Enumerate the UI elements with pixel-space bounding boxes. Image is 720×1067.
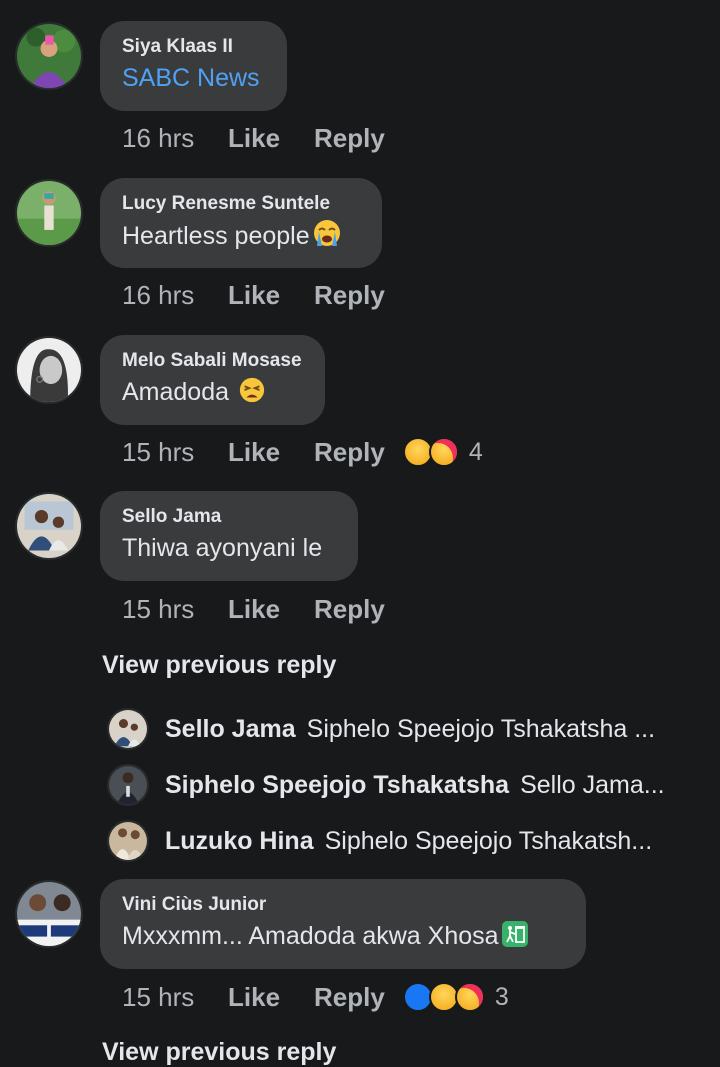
reply-author[interactable]: Siphelo Speejojo Tshakatsha — [165, 771, 509, 800]
reply-button[interactable]: Reply — [314, 594, 385, 625]
avatar[interactable] — [15, 22, 83, 90]
reply-button[interactable]: Reply — [314, 437, 385, 468]
comment-meta: 16 hrs Like Reply — [122, 120, 419, 156]
like-button[interactable]: Like — [228, 280, 280, 311]
reply-button[interactable]: Reply — [314, 280, 385, 311]
comment-text: Heartless people — [122, 222, 310, 250]
like-button[interactable]: Like — [228, 123, 280, 154]
reply-snippet: Siphelo Speejojo Tshakatsha ... — [306, 714, 656, 743]
avatar — [107, 708, 149, 750]
comment-text: Thiwa ayonyani le — [122, 534, 323, 562]
reply-author[interactable]: Sello Jama — [165, 715, 296, 744]
comment-meta: 15 hrs Like Reply 4 — [122, 434, 483, 470]
reply-preview-luzuko-hina[interactable]: Luzuko Hina Siphelo Speejojo Tshakatsh..… — [107, 819, 652, 863]
avatar — [107, 764, 149, 806]
reaction-count: 4 — [468, 437, 483, 466]
avatar[interactable] — [15, 179, 83, 247]
reactions-summary[interactable]: 3 — [402, 982, 509, 1012]
like-button[interactable]: Like — [228, 982, 280, 1013]
reply-button[interactable]: Reply — [314, 123, 385, 154]
reactions-summary[interactable]: 4 — [402, 437, 483, 467]
comment-text: Mxxxmm... Amadoda akwa Xhosa — [122, 922, 499, 950]
comment-author[interactable]: Vini Ciùs Junior — [122, 893, 564, 917]
reply-button[interactable]: Reply — [314, 982, 385, 1013]
comment-author[interactable]: Lucy Renesme Suntele — [122, 192, 360, 216]
comment-meta: 15 hrs Like Reply 3 — [122, 979, 509, 1015]
reply-snippet: Siphelo Speejojo Tshakatsh... — [324, 826, 653, 855]
comment-author[interactable]: Melo Sabali Mosase — [122, 349, 303, 373]
comment-time: 16 hrs — [122, 279, 195, 310]
comment-time: 15 hrs — [122, 981, 195, 1012]
crying-face-emoji-icon — [312, 218, 342, 257]
reply-snippet: Sello Jama... — [520, 770, 665, 799]
comment-time: 16 hrs — [122, 122, 195, 153]
view-previous-reply-link[interactable]: View previous reply — [102, 1038, 336, 1067]
avatar[interactable] — [15, 880, 83, 948]
comment-bubble: Siya Klaas II SABC News — [100, 21, 287, 111]
comment-bubble: Lucy Renesme Suntele Heartless people — [100, 178, 382, 268]
comment-text-link[interactable]: SABC News — [122, 61, 265, 95]
comment-bubble: Sello Jama Thiwa ayonyani le — [100, 491, 358, 581]
avatar[interactable] — [15, 492, 83, 560]
reply-preview-siphelo-tshakatsha[interactable]: Siphelo Speejojo Tshakatsha Sello Jama..… — [107, 763, 665, 807]
reaction-count: 3 — [494, 982, 509, 1011]
comment-text: Amadoda — [122, 378, 230, 406]
care-reaction-icon — [454, 982, 485, 1012]
comment-bubble: Melo Sabali Mosase Amadoda — [100, 335, 325, 425]
comment-meta: 15 hrs Like Reply — [122, 591, 419, 627]
comment-bubble: Vini Ciùs Junior Mxxxmm... Amadoda akwa … — [100, 879, 586, 969]
like-button[interactable]: Like — [228, 594, 280, 625]
comment-author[interactable]: Sello Jama — [122, 505, 336, 529]
comment-author[interactable]: Siya Klaas II — [122, 35, 265, 59]
view-previous-reply-link[interactable]: View previous reply — [102, 651, 336, 680]
weary-face-emoji-icon — [238, 376, 266, 413]
reply-author[interactable]: Luzuko Hina — [165, 827, 314, 856]
reply-preview-sello-jama[interactable]: Sello Jama Siphelo Speejojo Tshakatsha .… — [107, 707, 655, 751]
trash-emoji-icon — [501, 920, 529, 957]
comment-time: 15 hrs — [122, 593, 195, 624]
avatar — [107, 820, 149, 862]
comment-meta: 16 hrs Like Reply — [122, 277, 419, 313]
comment-time: 15 hrs — [122, 436, 195, 467]
avatar[interactable] — [15, 336, 83, 404]
care-reaction-icon — [428, 437, 459, 467]
like-button[interactable]: Like — [228, 437, 280, 468]
